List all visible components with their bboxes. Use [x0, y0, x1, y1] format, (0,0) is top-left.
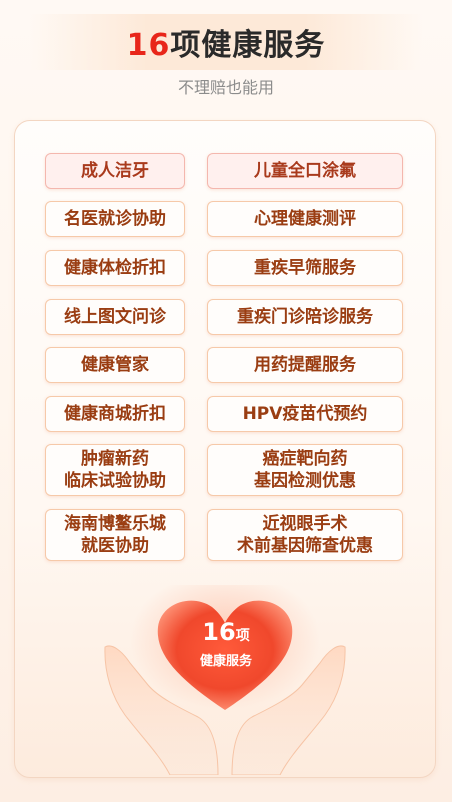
heart-number-unit: 项 — [235, 628, 250, 644]
title-number: 16 — [126, 28, 171, 63]
service-button-adult-dental-cleaning[interactable]: 成人洁牙 — [45, 153, 185, 189]
service-button-child-fluoride[interactable]: 儿童全口涂氟 — [207, 153, 403, 189]
service-button-checkup-discount[interactable]: 健康体检折扣 — [45, 250, 185, 286]
heart-label: 健康服务 — [199, 654, 252, 669]
service-button-boao-medical-assist[interactable]: 海南博鳌乐城 就医协助 — [45, 509, 185, 561]
service-button-cancer-drug-trial-assist[interactable]: 肿瘤新药 临床试验协助 — [45, 444, 185, 496]
service-button-myopia-gene-screening[interactable]: 近视眼手术 术前基因筛查优惠 — [207, 509, 403, 561]
heart-number-value: 16 — [202, 618, 236, 646]
page-subtitle: 不理赔也能用 — [177, 78, 274, 97]
service-button-mental-health-test[interactable]: 心理健康测评 — [207, 201, 403, 237]
service-button-health-manager[interactable]: 健康管家 — [45, 347, 185, 383]
service-button-targeted-drug-gene-test[interactable]: 癌症靶向药 基因检测优惠 — [207, 444, 403, 496]
heart-hands-illustration — [104, 585, 346, 775]
service-button-health-mall-discount[interactable]: 健康商城折扣 — [45, 396, 185, 432]
service-button-doctor-visit-assist[interactable]: 名医就诊协助 — [45, 201, 185, 237]
service-button-online-consult[interactable]: 线上图文问诊 — [45, 299, 185, 335]
service-button-outpatient-escort[interactable]: 重疾门诊陪诊服务 — [207, 299, 403, 335]
heart-number: 16项 — [196, 618, 256, 646]
service-button-hpv-vaccine-booking[interactable]: HPV疫苗代预约 — [207, 396, 403, 432]
page-title: 16项健康服务 — [0, 20, 452, 64]
service-button-medication-reminder[interactable]: 用药提醒服务 — [207, 347, 403, 383]
service-button-early-screening[interactable]: 重疾早筛服务 — [207, 250, 403, 286]
title-text: 项健康服务 — [170, 28, 326, 63]
